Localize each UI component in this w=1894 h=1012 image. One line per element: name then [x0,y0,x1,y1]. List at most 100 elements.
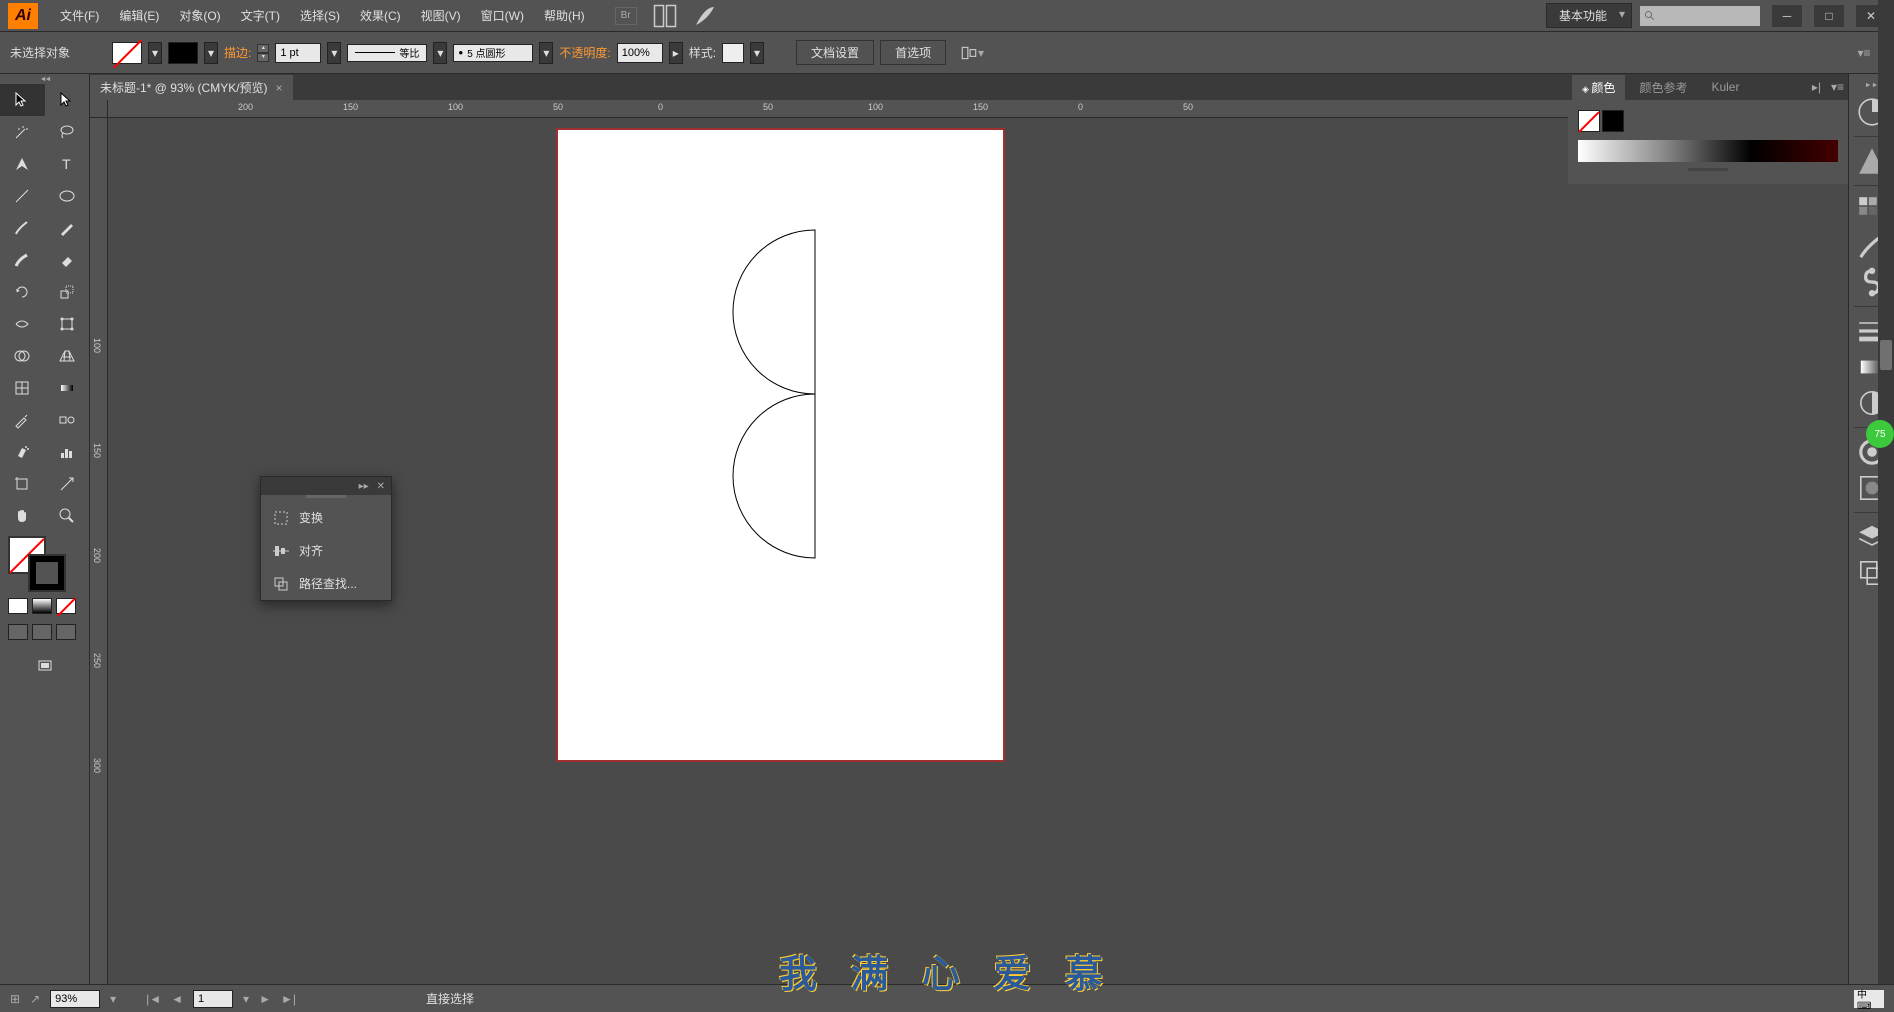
draw-behind[interactable] [32,624,52,640]
brush-dd[interactable]: ▾ [539,42,553,64]
bridge-icon[interactable]: Br [615,7,637,25]
panel-pathfinder[interactable]: 路径查找... [261,567,391,600]
kuler-tab[interactable]: Kuler [1701,76,1749,98]
opacity-input[interactable] [617,43,663,63]
scroll-thumb[interactable] [1880,340,1892,370]
menu-effect[interactable]: 效果(C) [350,1,411,31]
artboard-prev[interactable]: ◄ [171,992,183,1006]
align-icon[interactable]: ▾ [960,41,984,65]
artboard-input[interactable] [193,990,233,1008]
color-spectrum[interactable] [1578,140,1838,162]
floating-panel-header[interactable]: ▸▸ ✕ [261,477,391,495]
panel-menu-icon[interactable]: ▾≡ [1831,80,1844,94]
stroke-profile[interactable]: 等比 [347,44,427,62]
ruler-origin[interactable] [90,100,108,118]
menu-view[interactable]: 视图(V) [411,1,471,31]
width-tool[interactable] [0,308,45,340]
stroke-weight-input[interactable] [275,43,321,63]
search-input[interactable] [1640,6,1760,26]
menu-window[interactable]: 窗口(W) [471,1,534,31]
color-tab[interactable]: 颜色 [1572,75,1625,100]
menu-edit[interactable]: 编辑(E) [109,1,169,31]
line-tool[interactable] [0,180,45,212]
menu-type[interactable]: 文字(T) [231,1,290,31]
ruler-vertical[interactable]: 100 150 200 250 300 [90,118,108,984]
selection-tool[interactable] [0,84,45,116]
panel-collapse-icon[interactable]: ▸▸ [359,481,369,492]
menu-file[interactable]: 文件(F) [50,1,109,31]
ime-indicator[interactable]: 中 ⌨ [1854,990,1884,1008]
toolbox-collapse[interactable] [0,74,89,84]
ruler-horizontal[interactable]: 200 150 100 50 0 50 100 150 0 50 [108,100,1568,118]
arrange-icon[interactable] [653,4,677,28]
panel-close-icon[interactable]: ✕ [377,481,385,492]
symbol-sprayer-tool[interactable] [0,436,45,468]
color-mode-none[interactable] [56,598,76,614]
menu-help[interactable]: 帮助(H) [534,1,595,31]
artboard-next[interactable]: ► [259,992,271,1006]
panel-expand-icon[interactable]: ▸| [1812,80,1821,94]
direct-selection-tool[interactable] [45,84,90,116]
panel-menu-icon[interactable]: ▾≡ [1852,41,1876,65]
doc-setup-button[interactable]: 文档设置 [796,40,874,65]
preferences-button[interactable]: 首选项 [880,40,946,65]
lasso-tool[interactable] [45,116,90,148]
stroke-weight-stepper[interactable]: ▴▾ [257,44,269,62]
sb-nav-first[interactable]: ⊞ [10,992,20,1006]
shape-builder-tool[interactable] [0,340,45,372]
workspace-switcher[interactable]: 基本功能 [1546,3,1632,28]
free-transform-tool[interactable] [45,308,90,340]
paintbrush-tool[interactable] [0,212,45,244]
artboard-dd[interactable]: ▾ [243,992,249,1006]
zoom-input[interactable] [50,990,100,1008]
blend-tool[interactable] [45,404,90,436]
tab-close-icon[interactable]: × [276,81,283,95]
style-swatch[interactable] [722,43,744,63]
menu-object[interactable]: 对象(O) [169,1,230,31]
stroke-color[interactable] [28,554,66,592]
color-stroke-swatch[interactable] [1602,110,1624,132]
perspective-tool[interactable] [45,340,90,372]
blob-brush-tool[interactable] [0,244,45,276]
panel-transform[interactable]: 变换 [261,501,391,534]
rotate-tool[interactable] [0,276,45,308]
stroke-swatch[interactable] [168,42,198,64]
minimize-button[interactable]: ─ [1772,5,1802,27]
pen-tool[interactable] [0,148,45,180]
dock-scrollbar[interactable] [1878,0,1894,1012]
panel-align[interactable]: 对齐 [261,534,391,567]
stroke-weight-dd[interactable]: ▾ [327,42,341,64]
maximize-button[interactable]: □ [1814,5,1844,27]
slice-tool[interactable] [45,468,90,500]
sb-nav-prev[interactable]: ↗ [30,992,40,1006]
artboard-first[interactable]: |◄ [146,992,161,1006]
fill-swatch[interactable] [112,42,142,64]
color-fill-swatch[interactable] [1578,110,1600,132]
artboard-last[interactable]: ►| [281,992,296,1006]
type-tool[interactable]: T [45,148,90,180]
rectangle-tool[interactable] [45,180,90,212]
artboard-tool[interactable] [0,468,45,500]
hand-tool[interactable] [0,500,45,532]
document-tab[interactable]: 未标题-1* @ 93% (CMYK/预览) × [90,75,293,100]
notification-badge[interactable]: 75 [1866,420,1894,448]
stroke-profile-dd[interactable]: ▾ [433,42,447,64]
opacity-dd[interactable]: ▸ [669,42,683,64]
color-mode-solid[interactable] [8,598,28,614]
scale-tool[interactable] [45,276,90,308]
menu-select[interactable]: 选择(S) [290,1,350,31]
fill-dropdown[interactable]: ▾ [148,42,162,64]
screen-mode-tool[interactable] [0,648,89,684]
mesh-tool[interactable] [0,372,45,404]
eraser-tool[interactable] [45,244,90,276]
color-mode-gradient[interactable] [32,598,52,614]
gradient-tool[interactable] [45,372,90,404]
stroke-dropdown[interactable]: ▾ [204,42,218,64]
color-guide-tab[interactable]: 颜色参考 [1629,75,1697,100]
brush-def[interactable]: 5 点圆形 [453,44,533,62]
feather-icon[interactable] [693,4,717,28]
zoom-dd[interactable]: ▾ [110,992,116,1006]
draw-normal[interactable] [8,624,28,640]
style-dd[interactable]: ▾ [750,42,764,64]
fill-stroke-colors[interactable] [0,532,89,596]
